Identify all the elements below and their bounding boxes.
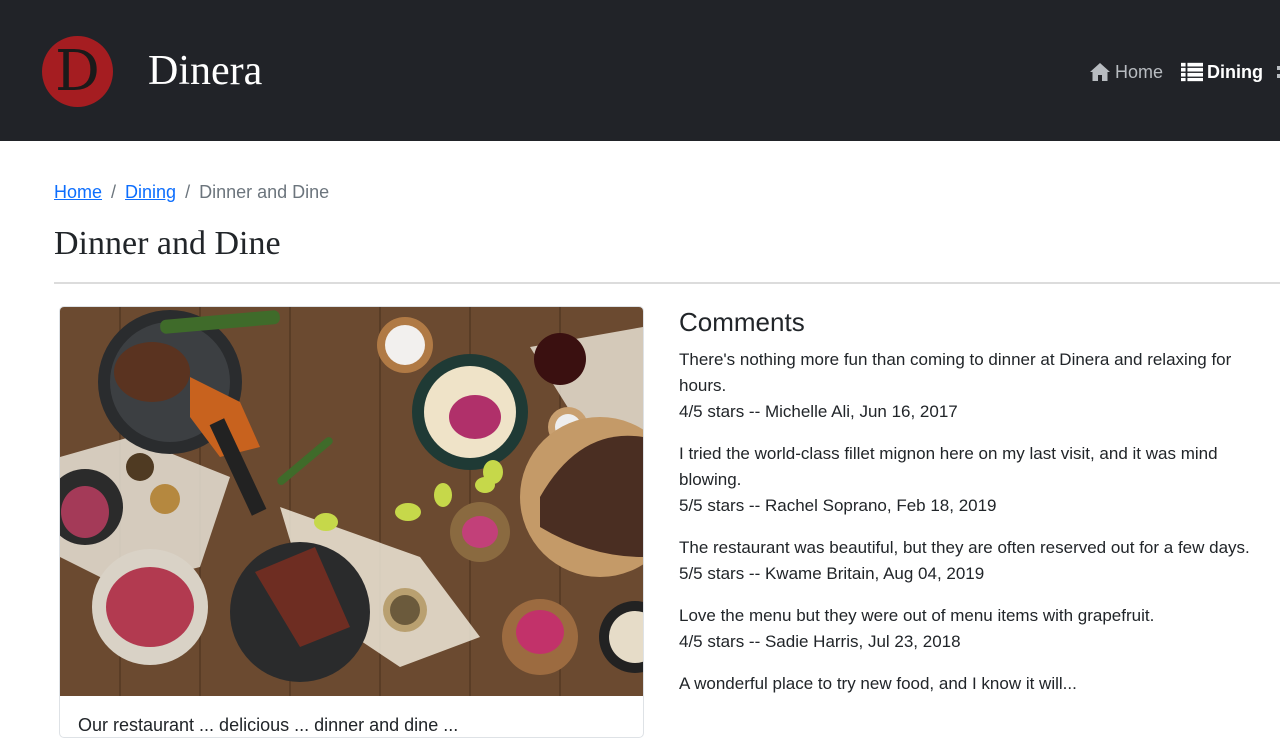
comment-text: There's nothing more fun than coming to …: [679, 350, 1232, 395]
comment-rating-meta: 5/5 stars -- Kwame Britain, Aug 04, 2019: [679, 564, 985, 583]
list-icon: [1181, 62, 1203, 82]
nav-item-dining-label: Dining: [1207, 61, 1263, 82]
restaurant-photo: [60, 307, 643, 696]
nav-item-dining[interactable]: Dining: [1181, 60, 1263, 84]
comment-text: The restaurant was beautiful, but they a…: [679, 538, 1250, 557]
page-title: Dinner and Dine: [54, 225, 281, 262]
breadcrumb-home-link[interactable]: Home: [54, 182, 102, 202]
breadcrumb-separator: /: [111, 182, 117, 202]
home-icon: [1090, 63, 1110, 81]
comment-item: I tried the world-class fillet mignon he…: [679, 441, 1269, 519]
comment-rating-meta: 5/5 stars -- Rachel Soprano, Feb 18, 201…: [679, 496, 997, 515]
divider: [54, 282, 1280, 284]
breadcrumb-current: Dinner and Dine: [199, 182, 330, 202]
comment-item: A wonderful place to try new food, and I…: [679, 671, 1269, 697]
nav-item-home-label: Home: [1115, 61, 1164, 82]
comment-item: There's nothing more fun than coming to …: [679, 347, 1269, 425]
comments-list: There's nothing more fun than coming to …: [679, 347, 1269, 713]
nav-item-home[interactable]: Home: [1089, 60, 1163, 84]
overflow-icon: [1277, 66, 1280, 78]
breadcrumb-dining-link[interactable]: Dining: [125, 182, 176, 202]
comment-text: Love the menu but they were out of menu …: [679, 606, 1155, 625]
top-navbar: D Dinera Home Dining: [0, 0, 1280, 141]
nav-overflow-icon[interactable]: [1274, 60, 1280, 84]
breadcrumb-separator: /: [185, 182, 191, 202]
logo-icon[interactable]: D: [42, 36, 113, 107]
restaurant-description: Our restaurant ... delicious ... dinner …: [78, 715, 459, 735]
comment-item: Love the menu but they were out of menu …: [679, 603, 1269, 655]
breadcrumb: Home / Dining / Dinner and Dine: [54, 180, 329, 204]
logo-letter: D: [55, 39, 100, 104]
comment-rating-meta: 4/5 stars -- Michelle Ali, Jun 16, 2017: [679, 402, 958, 421]
comment-item: The restaurant was beautiful, but they a…: [679, 535, 1269, 587]
brand-name[interactable]: Dinera: [148, 46, 262, 96]
comments-heading: Comments: [679, 307, 805, 337]
comment-text: I tried the world-class fillet mignon he…: [679, 444, 1218, 489]
comment-text: A wonderful place to try new food, and I…: [679, 674, 1077, 693]
comment-rating-meta: 4/5 stars -- Sadie Harris, Jul 23, 2018: [679, 632, 961, 651]
restaurant-card: Our restaurant ... delicious ... dinner …: [59, 306, 644, 738]
